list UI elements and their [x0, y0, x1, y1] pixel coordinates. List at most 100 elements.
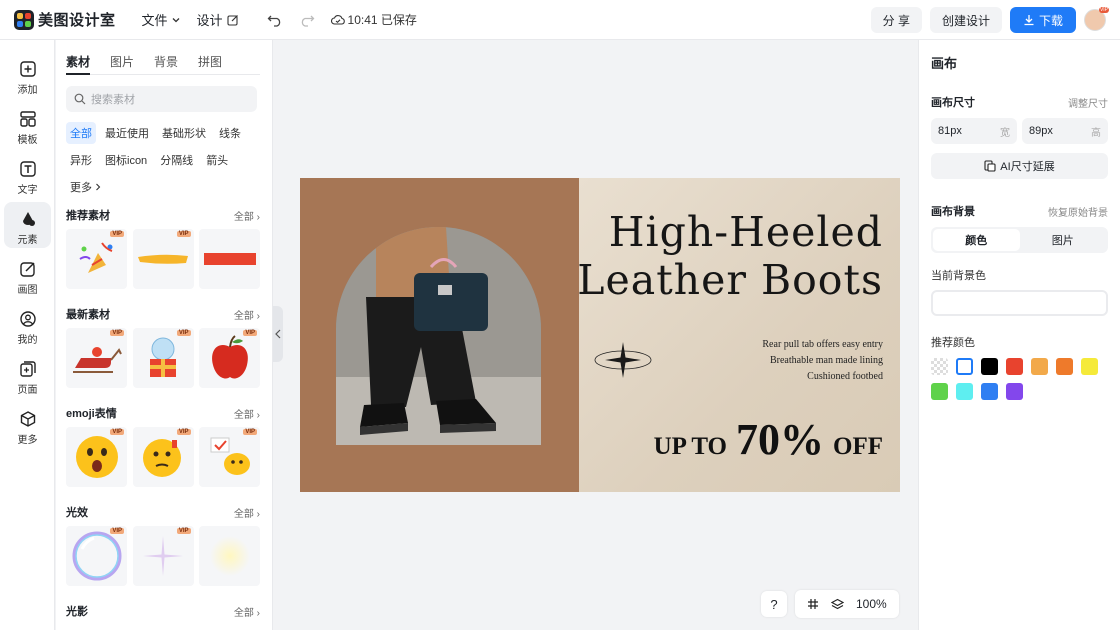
asset-tile[interactable]: VIP [66, 427, 127, 487]
asset-tile[interactable] [199, 229, 260, 289]
section-all-link[interactable]: 全部 › [234, 604, 260, 619]
tab-backgrounds[interactable]: 背景 [154, 53, 178, 74]
create-design-button[interactable]: 创建设计 [929, 7, 1002, 33]
color-swatch[interactable] [981, 358, 998, 375]
tab-images[interactable]: 图片 [110, 53, 134, 74]
file-menu[interactable]: 文件 [142, 10, 181, 29]
color-swatch[interactable] [1006, 358, 1023, 375]
rail-label: 元素 [17, 235, 38, 246]
seg-color[interactable]: 颜色 [933, 229, 1020, 251]
ai-resize-icon [984, 160, 996, 172]
rail-item-text[interactable]: 文字 [0, 153, 55, 203]
color-swatch[interactable] [1081, 358, 1098, 375]
section-all-link[interactable]: 全部 › [234, 505, 260, 520]
restore-bg-link[interactable]: 恢复原始背景 [1048, 204, 1108, 219]
current-bg-color[interactable] [931, 290, 1108, 316]
width-field[interactable]: 81px 宽 [931, 118, 1017, 144]
section-all-link[interactable]: 全部 › [234, 406, 260, 421]
asset-tile[interactable]: VIP [199, 328, 260, 388]
redo-icon[interactable] [299, 13, 315, 27]
asset-tile[interactable]: VIP [132, 427, 194, 487]
color-swatch[interactable] [981, 383, 998, 400]
asset-tile[interactable]: VIP [66, 328, 127, 388]
rail-item-add[interactable]: 添加 [0, 53, 55, 103]
avatar[interactable]: VIP [1084, 7, 1109, 31]
chip-icons[interactable]: 图标icon [101, 149, 151, 171]
asset-tile[interactable]: VIP [66, 229, 127, 289]
shocked-emoji-icon [75, 436, 118, 478]
asset-tile[interactable] [199, 526, 260, 586]
zoom-controls: ? 100% [761, 590, 899, 618]
boot-photo[interactable] [336, 227, 541, 445]
help-button[interactable]: ? [761, 591, 787, 617]
rail-item-page[interactable]: 页面 [0, 353, 55, 403]
share-button[interactable]: 分 享 [870, 7, 922, 33]
rail-item-template[interactable]: 模板 [0, 103, 55, 153]
color-swatch[interactable] [931, 383, 948, 400]
vip-badge: VIP [243, 429, 257, 435]
search-input[interactable]: 搜索素材 [66, 86, 257, 112]
text-icon [19, 161, 36, 177]
chip-more[interactable]: 更多 [66, 176, 106, 198]
edit-icon [226, 14, 238, 26]
ai-extend-button[interactable]: AI尺寸延展 [931, 153, 1108, 179]
all-label: 全部 [233, 607, 254, 619]
asset-tile[interactable]: VIP [66, 526, 127, 586]
color-swatch[interactable] [1056, 358, 1073, 375]
cloud-check-icon [330, 14, 345, 25]
section-title: 推荐素材 [66, 210, 110, 222]
color-swatch[interactable] [1006, 383, 1023, 400]
layers-icon[interactable] [831, 598, 844, 611]
chip-all[interactable]: 全部 [66, 122, 96, 144]
design-canvas[interactable]: High-Heeled Leather Boots Rear pull tab … [300, 178, 900, 492]
height-field[interactable]: 89px 高 [1022, 118, 1108, 144]
four-point-star-icon[interactable] [593, 340, 653, 380]
asset-tile[interactable]: VIP [132, 229, 194, 289]
color-swatch[interactable] [956, 358, 973, 375]
chevron-left-icon [275, 329, 281, 339]
all-label: 全部 [233, 310, 254, 322]
chip-dividers[interactable]: 分隔线 [156, 149, 197, 171]
rail-label: 我的 [17, 335, 38, 346]
design-menu[interactable]: 设计 [197, 10, 239, 29]
seg-image[interactable]: 图片 [1020, 229, 1107, 251]
promo-suffix: OFF [833, 433, 883, 460]
color-swatch[interactable] [931, 358, 948, 375]
zoom-level[interactable]: 100% [856, 597, 887, 611]
logo[interactable]: 美图设计室 [14, 9, 116, 30]
download-button[interactable]: 下载 [1009, 7, 1076, 33]
bg-type-toggle: 颜色 图片 [931, 227, 1108, 253]
all-label: 全部 [233, 211, 254, 223]
chip-irregular[interactable]: 异形 [66, 149, 96, 171]
asset-tile[interactable]: VIP [199, 427, 260, 487]
asset-tile[interactable]: VIP [132, 328, 194, 388]
rail-item-more[interactable]: 更多 [0, 403, 55, 453]
chip-lines[interactable]: 线条 [215, 122, 245, 144]
feature-list[interactable]: Rear pull tab offers easy entry Breathab… [762, 337, 883, 385]
rail-item-draw[interactable]: 画图 [0, 253, 55, 303]
tab-materials[interactable]: 素材 [66, 53, 91, 75]
tab-collage[interactable]: 拼图 [198, 53, 222, 74]
promo-text[interactable]: UP TO 70% OFF [654, 414, 883, 465]
chip-arrows[interactable]: 箭头 [202, 149, 232, 171]
headline[interactable]: High-Heeled Leather Boots [577, 208, 883, 304]
canvas-left-block[interactable] [300, 178, 579, 492]
color-swatch[interactable] [956, 383, 973, 400]
snow-globe-gift-icon [150, 337, 176, 377]
undo-icon[interactable] [267, 13, 283, 27]
chip-recent[interactable]: 最近使用 [101, 122, 153, 144]
rail-item-elements[interactable]: 元素 [0, 203, 55, 253]
adjust-size-link[interactable]: 调整尺寸 [1068, 95, 1108, 110]
asset-tile[interactable]: VIP [132, 526, 194, 586]
save-status: 10:41 已保存 [330, 11, 417, 28]
section-all-link[interactable]: 全部 › [234, 307, 260, 322]
grid-icon[interactable] [807, 598, 819, 610]
panel-collapse-handle[interactable] [273, 306, 283, 362]
logo-mark-icon [14, 9, 34, 30]
chip-shapes[interactable]: 基础形状 [158, 122, 210, 144]
color-swatch[interactable] [1031, 358, 1048, 375]
headline-line-2: Leather Boots [577, 256, 883, 304]
rail-label: 更多 [17, 435, 38, 446]
section-all-link[interactable]: 全部 › [234, 208, 260, 223]
rail-item-mine[interactable]: 我的 [0, 303, 55, 353]
